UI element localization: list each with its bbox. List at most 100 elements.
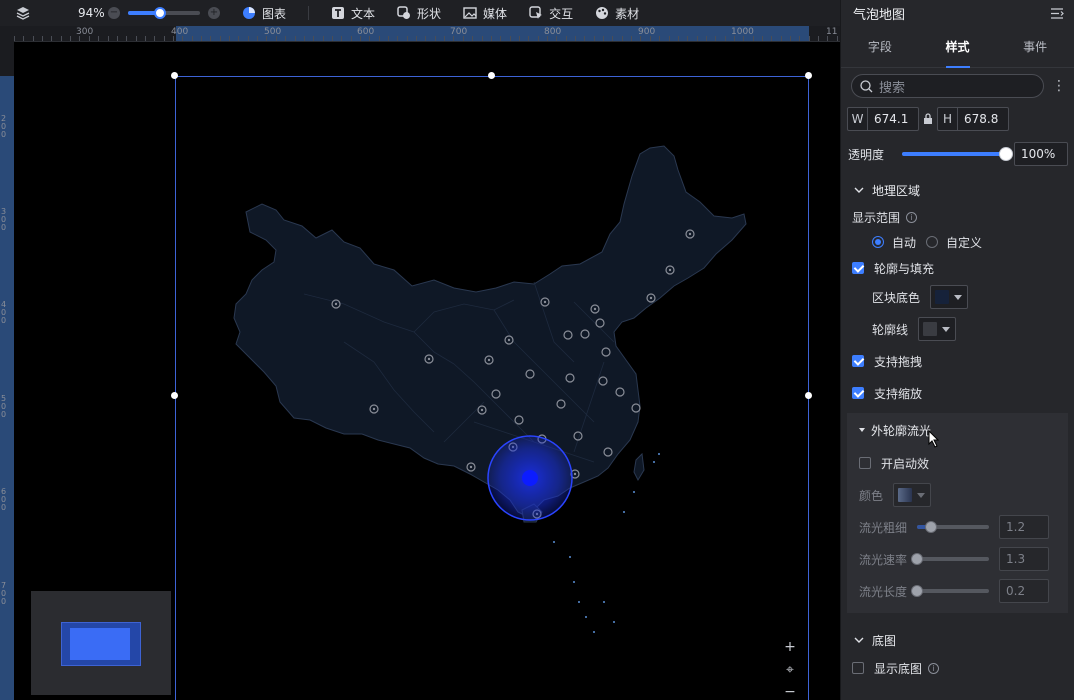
horizontal-ruler: 300 400 500 600 700 800 900 1000 11 bbox=[14, 26, 840, 42]
ruler-tick bbox=[70, 36, 72, 41]
ruler-tick bbox=[771, 36, 773, 41]
height-field[interactable]: H 678.8 bbox=[937, 107, 1009, 131]
ruler-tick bbox=[42, 36, 44, 41]
ruler-tick bbox=[229, 36, 231, 41]
ruler-tick bbox=[406, 36, 408, 41]
outline-color-picker[interactable] bbox=[918, 317, 957, 341]
ruler-tick bbox=[780, 36, 782, 41]
minimap-viewport[interactable] bbox=[61, 622, 141, 666]
zoom-out-button[interactable]: − bbox=[108, 7, 120, 19]
flow-speed-slider[interactable] bbox=[911, 553, 990, 565]
toolbar-assets[interactable]: 素材 bbox=[595, 5, 639, 22]
ruler-tick bbox=[827, 36, 829, 41]
layers-icon[interactable] bbox=[16, 6, 30, 20]
toolbar-text[interactable]: 文本 bbox=[331, 5, 375, 22]
resize-handle[interactable] bbox=[805, 72, 812, 79]
resize-handle[interactable] bbox=[171, 392, 178, 399]
dropdown-arrow-icon bbox=[917, 492, 926, 498]
dropdown-arrow-icon bbox=[942, 326, 951, 332]
flow-width-slider[interactable] bbox=[917, 521, 990, 533]
base-section-header[interactable]: 底图 bbox=[841, 625, 1074, 655]
width-value[interactable]: 674.1 bbox=[868, 112, 918, 126]
editor-canvas[interactable]: + ⌖ − bbox=[14, 42, 840, 700]
color-swatch bbox=[898, 488, 913, 502]
resize-handle[interactable] bbox=[171, 72, 178, 79]
toolbar-media[interactable]: 媒体 bbox=[463, 5, 507, 22]
radio-custom[interactable] bbox=[926, 236, 939, 248]
show-base-label: 显示底图 bbox=[874, 661, 923, 676]
enable-anim-checkbox[interactable] bbox=[859, 457, 871, 469]
info-icon[interactable]: i bbox=[928, 662, 940, 674]
map-zoom-out-button[interactable]: − bbox=[782, 684, 798, 700]
toolbar-chart[interactable]: 图表 bbox=[242, 5, 286, 22]
ruler-tick bbox=[509, 36, 511, 41]
resize-handle[interactable] bbox=[488, 72, 495, 79]
caret-down-icon bbox=[859, 428, 865, 432]
ruler-tick bbox=[705, 36, 707, 41]
flow-section-header[interactable]: 外轮廓流光 bbox=[847, 413, 1068, 447]
more-options-icon[interactable]: ⋮ bbox=[1052, 78, 1066, 94]
ruler-tick bbox=[154, 36, 156, 41]
aspect-lock-icon[interactable] bbox=[923, 113, 933, 125]
ruler-tick bbox=[762, 36, 763, 41]
image-icon bbox=[463, 7, 477, 19]
flow-length-slider[interactable] bbox=[911, 585, 990, 597]
size-row: W 674.1 H 678.8 bbox=[841, 104, 1074, 134]
block-color-picker[interactable] bbox=[930, 285, 969, 309]
drag-checkbox[interactable] bbox=[852, 355, 864, 367]
opacity-input[interactable]: 100% bbox=[1014, 142, 1069, 166]
flow-speed-input[interactable]: 1.3 bbox=[999, 547, 1050, 571]
ruler-tick bbox=[481, 36, 483, 41]
flow-light-section: 外轮廓流光 开启动效 颜色 流光粗细 1.2 流光速率 1.3 流光长度 0.2 bbox=[847, 413, 1068, 613]
flow-length-input[interactable]: 0.2 bbox=[999, 579, 1050, 603]
resize-handle[interactable] bbox=[805, 392, 812, 399]
ruler-tick bbox=[631, 36, 633, 41]
radio-auto[interactable] bbox=[872, 236, 884, 248]
map-zoom-in-button[interactable]: + bbox=[782, 639, 798, 655]
outline-fill-checkbox[interactable] bbox=[852, 262, 864, 274]
selection-frame[interactable] bbox=[175, 76, 809, 700]
ruler-tick bbox=[191, 36, 193, 41]
ruler-tick bbox=[79, 36, 81, 41]
tab-events[interactable]: 事件 bbox=[996, 26, 1074, 67]
minimap-content bbox=[70, 628, 130, 660]
toolbar-interaction-label: 交互 bbox=[549, 6, 574, 21]
radio-custom-label: 自定义 bbox=[946, 235, 983, 250]
ruler-tick bbox=[210, 36, 212, 41]
tab-style[interactable]: 样式 bbox=[919, 26, 997, 68]
geo-section-header[interactable]: 地理区域 bbox=[841, 175, 1074, 205]
ruler-label: 7 0 0 bbox=[1, 581, 7, 606]
map-locate-button[interactable]: ⌖ bbox=[782, 662, 798, 678]
ruler-corner bbox=[0, 26, 14, 42]
ruler-tick bbox=[724, 36, 726, 41]
search-input[interactable]: 搜索 bbox=[851, 74, 1044, 98]
flow-width-input[interactable]: 1.2 bbox=[999, 515, 1050, 539]
flow-color-label: 颜色 bbox=[859, 488, 884, 503]
ruler-tick bbox=[126, 36, 128, 41]
outline-fill-row: 轮廓与填充 bbox=[841, 255, 1074, 281]
ruler-tick bbox=[60, 36, 62, 41]
tab-fields[interactable]: 字段 bbox=[841, 26, 919, 67]
mouse-cursor-icon bbox=[928, 430, 940, 448]
flow-color-picker[interactable] bbox=[893, 483, 932, 507]
opacity-slider[interactable] bbox=[902, 147, 1014, 161]
show-base-checkbox[interactable] bbox=[852, 662, 864, 674]
drag-label: 支持拖拽 bbox=[874, 354, 923, 369]
info-icon[interactable]: i bbox=[906, 211, 918, 223]
width-field[interactable]: W 674.1 bbox=[847, 107, 919, 131]
zoom-checkbox[interactable] bbox=[852, 387, 864, 399]
ruler-tick bbox=[32, 36, 34, 41]
chevron-down-icon bbox=[854, 187, 864, 193]
ruler-label: 3 0 0 bbox=[1, 207, 7, 232]
ruler-tick bbox=[144, 36, 146, 41]
ruler-tick bbox=[715, 36, 717, 41]
zoom-in-button[interactable]: + bbox=[208, 7, 220, 19]
height-value[interactable]: 678.8 bbox=[958, 112, 1008, 126]
toolbar-shape[interactable]: 形状 bbox=[397, 5, 441, 22]
flow-section-title: 外轮廓流光 bbox=[871, 423, 932, 438]
ruler-tick bbox=[490, 36, 492, 41]
minimap[interactable] bbox=[31, 591, 171, 695]
zoom-slider[interactable] bbox=[128, 7, 200, 19]
collapse-panel-icon[interactable] bbox=[1051, 7, 1064, 19]
toolbar-interaction[interactable]: 交互 bbox=[529, 5, 573, 22]
